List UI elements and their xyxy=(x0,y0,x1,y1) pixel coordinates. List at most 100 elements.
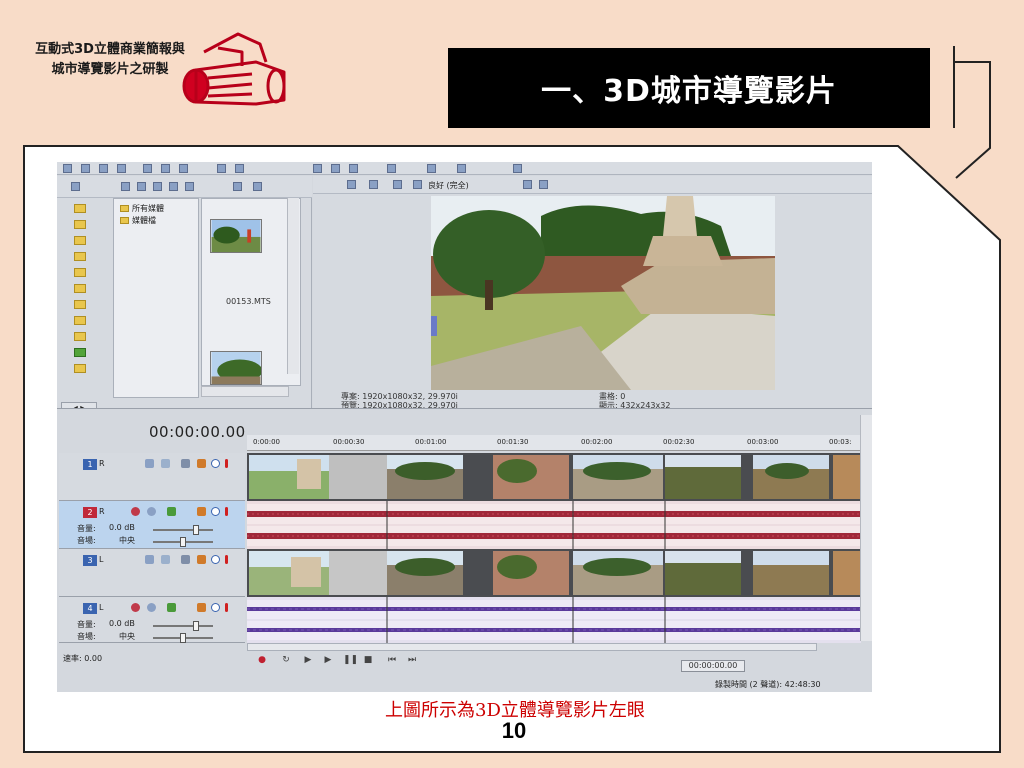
redo-icon[interactable] xyxy=(235,164,244,173)
timeline-horizontal-scrollbar[interactable] xyxy=(247,643,817,651)
pan-slider[interactable] xyxy=(153,537,213,547)
mute-icon[interactable] xyxy=(211,507,220,516)
media-capture-icon[interactable] xyxy=(137,182,146,191)
media-vertical-scrollbar[interactable] xyxy=(287,198,299,374)
lock-envelope-icon[interactable] xyxy=(427,164,436,173)
save-icon[interactable] xyxy=(99,164,108,173)
tree-item-media-bins[interactable]: 媒體檔 xyxy=(120,215,156,226)
media-refresh-icon[interactable] xyxy=(121,182,130,191)
video-clips-track-3[interactable] xyxy=(247,549,861,597)
track-header-2[interactable]: 2 R 音量: 0.0 dB 音場: 中央 xyxy=(59,501,245,549)
volume-slider[interactable] xyxy=(153,525,213,535)
dock-folder-icon[interactable] xyxy=(74,316,86,325)
record-button[interactable]: ● xyxy=(257,655,267,665)
invert-phase-icon[interactable] xyxy=(147,603,156,612)
dock-folder-icon[interactable] xyxy=(74,268,86,277)
dock-folder-icon[interactable] xyxy=(74,284,86,293)
video-lane-3[interactable] xyxy=(247,549,861,597)
track-fx-icon[interactable] xyxy=(167,603,176,612)
pause-button[interactable]: ❚❚ xyxy=(343,655,358,665)
dock-folder-icon[interactable] xyxy=(74,364,86,373)
audio-lane-4[interactable] xyxy=(247,597,861,643)
arm-record-icon[interactable] xyxy=(131,603,140,612)
track-fx-chain-icon[interactable] xyxy=(197,507,206,516)
dock-folder-icon[interactable] xyxy=(74,220,86,229)
invert-phase-icon[interactable] xyxy=(147,507,156,516)
track-header-1[interactable]: 1 R xyxy=(59,453,245,501)
preview-split-icon[interactable] xyxy=(393,180,402,189)
dock-plant-icon[interactable] xyxy=(74,348,86,357)
selection-tool-icon[interactable] xyxy=(349,164,358,173)
track-header-3[interactable]: 3 L xyxy=(59,549,245,597)
envelope-tool-icon[interactable] xyxy=(331,164,340,173)
video-clips-track-1[interactable] xyxy=(247,453,861,501)
media-properties-icon[interactable] xyxy=(253,182,262,191)
dock-folder-icon[interactable] xyxy=(74,252,86,261)
media-horizontal-scrollbar[interactable] xyxy=(201,386,289,397)
pan-knob[interactable] xyxy=(180,537,186,547)
play-button[interactable]: ▶ xyxy=(323,655,333,665)
audio-waveform-track-2[interactable] xyxy=(247,501,861,549)
timeline-vertical-scrollbar[interactable] xyxy=(860,415,872,641)
audio-lane-2[interactable] xyxy=(247,501,861,549)
pan-slider[interactable] xyxy=(153,633,213,643)
media-import-icon[interactable] xyxy=(71,182,80,191)
preview-copy-snapshot-icon[interactable] xyxy=(523,180,532,189)
track-fx-chain-icon[interactable] xyxy=(197,603,206,612)
snap-icon[interactable] xyxy=(387,164,396,173)
mute-icon[interactable] xyxy=(211,459,220,468)
mute-icon[interactable] xyxy=(211,555,220,564)
cut-icon[interactable] xyxy=(143,164,152,173)
stop-button[interactable]: ■ xyxy=(363,655,373,665)
go-to-start-button[interactable]: ⏮ xyxy=(387,655,397,665)
go-to-end-button[interactable]: ⏭ xyxy=(407,655,417,665)
help-icon[interactable] xyxy=(513,164,522,173)
solo-icon[interactable] xyxy=(225,459,228,468)
loop-button[interactable]: ↻ xyxy=(281,655,291,665)
track-header-4[interactable]: 4 L 音量: 0.0 dB 音場: 中央 xyxy=(59,597,245,643)
play-from-start-button[interactable]: ▶ xyxy=(303,655,313,665)
preview-overlay-icon[interactable] xyxy=(413,180,422,189)
paste-icon[interactable] xyxy=(179,164,188,173)
video-lane-1[interactable] xyxy=(247,453,861,501)
solo-icon[interactable] xyxy=(225,555,228,564)
edit-tool-icon[interactable] xyxy=(313,164,322,173)
preview-device-icon[interactable] xyxy=(369,180,378,189)
track-composite-icon[interactable] xyxy=(161,555,170,564)
dock-folder-icon[interactable] xyxy=(74,204,86,213)
copy-icon[interactable] xyxy=(161,164,170,173)
media-thumbnail[interactable] xyxy=(210,219,262,253)
track-fx-chain-icon[interactable] xyxy=(197,459,206,468)
pan-knob[interactable] xyxy=(180,633,186,643)
audio-waveform-track-4[interactable] xyxy=(247,597,861,643)
track-motion-icon[interactable] xyxy=(181,555,190,564)
render-icon[interactable] xyxy=(117,164,126,173)
media-fx-icon[interactable] xyxy=(169,182,178,191)
time-ruler[interactable]: 0:00:00 00:00:30 00:01:00 00:01:30 00:02… xyxy=(247,435,861,451)
track-fx-icon[interactable] xyxy=(167,507,176,516)
volume-slider[interactable] xyxy=(153,621,213,631)
track-composite-icon[interactable] xyxy=(161,459,170,468)
arm-record-icon[interactable] xyxy=(131,507,140,516)
media-thumbnail[interactable] xyxy=(210,351,262,385)
ignore-grouping-icon[interactable] xyxy=(457,164,466,173)
track-fx-chain-icon[interactable] xyxy=(197,555,206,564)
media-search-icon[interactable] xyxy=(185,182,194,191)
volume-knob[interactable] xyxy=(193,621,199,631)
track-fx-icon[interactable] xyxy=(145,459,154,468)
track-motion-icon[interactable] xyxy=(181,459,190,468)
dock-folder-icon[interactable] xyxy=(74,300,86,309)
preview-quality-select[interactable]: 良好 (完全) xyxy=(428,180,469,191)
solo-icon[interactable] xyxy=(225,603,228,612)
tree-item-all-media[interactable]: 所有媒體 xyxy=(120,203,164,214)
undo-icon[interactable] xyxy=(217,164,226,173)
solo-icon[interactable] xyxy=(225,507,228,516)
volume-knob[interactable] xyxy=(193,525,199,535)
preview-properties-icon[interactable] xyxy=(347,180,356,189)
new-icon[interactable] xyxy=(63,164,72,173)
dock-folder-icon[interactable] xyxy=(74,332,86,341)
track-fx-icon[interactable] xyxy=(145,555,154,564)
media-get-icon[interactable] xyxy=(153,182,162,191)
mute-icon[interactable] xyxy=(211,603,220,612)
media-remove-icon[interactable] xyxy=(233,182,242,191)
